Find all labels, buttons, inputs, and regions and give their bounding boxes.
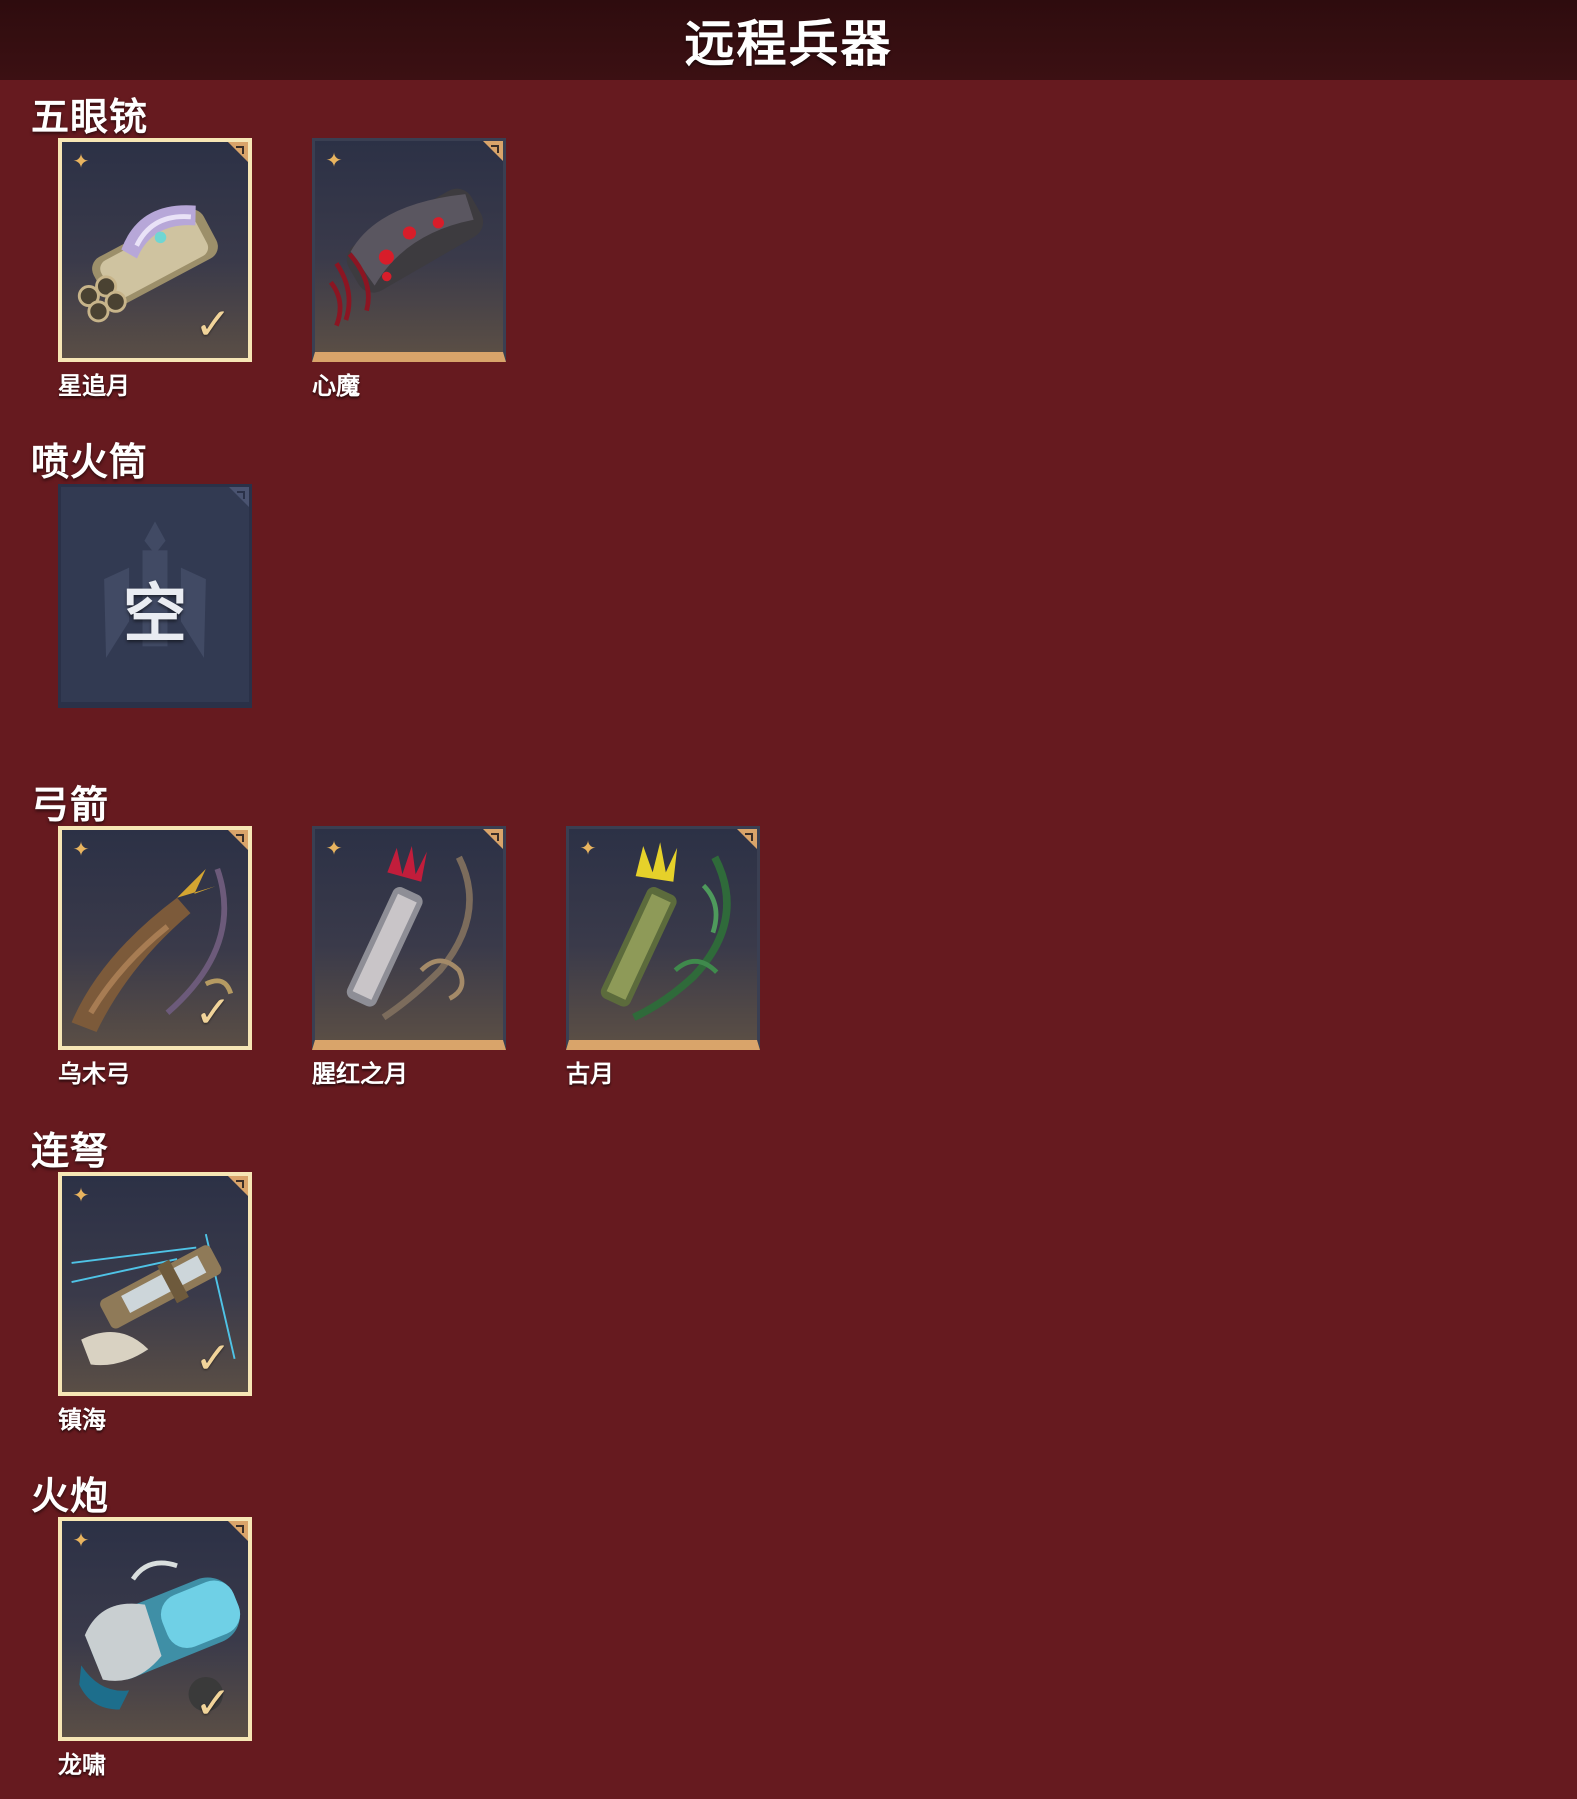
weapon-name: 心魔: [312, 372, 360, 400]
checkmark-icon: ✓: [194, 1333, 232, 1384]
weapon-card-wumugong[interactable]: ✦ ✓ 乌木弓: [58, 826, 252, 1088]
rarity-star-icon: ✦: [325, 148, 343, 172]
card-frame: 空: [58, 484, 252, 708]
section-title-flamethrower: 喷火筒: [31, 440, 149, 484]
corner-tag-icon: [226, 1176, 248, 1198]
checkmark-icon: ✓: [194, 1678, 232, 1729]
card-frame: ✦ ✓: [58, 1172, 252, 1396]
section-title-five-eye-gun: 五眼铳: [31, 95, 149, 139]
rarity-star-icon: ✦: [72, 1528, 90, 1552]
section-title-repeating-crossbow: 连弩: [31, 1129, 110, 1173]
corner-tag-icon: [481, 141, 503, 163]
card-frame: ✦: [312, 826, 506, 1050]
page-header: 远程兵器: [0, 0, 1577, 80]
weapon-art: [600, 842, 731, 1021]
card-frame: ✦ ✓: [58, 138, 252, 362]
weapon-slot-empty[interactable]: 空: [58, 484, 252, 708]
weapon-card-xinmo[interactable]: ✦ 心魔: [312, 138, 506, 400]
corner-tag-icon: [226, 830, 248, 852]
weapon-name: 乌木弓: [58, 1060, 130, 1088]
rarity-star-icon: ✦: [579, 836, 597, 860]
corner-tag-icon: [735, 829, 757, 851]
weapon-name: 龙啸: [58, 1751, 106, 1779]
weapon-name: 古月: [566, 1060, 614, 1088]
page-title: 远程兵器: [684, 15, 893, 73]
card-frame: ✦ ✓: [58, 826, 252, 1050]
checkmark-icon: ✓: [194, 987, 232, 1038]
corner-tag-icon: [226, 142, 248, 164]
weapon-card-guyue[interactable]: ✦ 古月: [566, 826, 760, 1088]
rarity-star-icon: ✦: [72, 837, 90, 861]
empty-slot-text: 空: [123, 578, 187, 652]
weapon-name: 镇海: [58, 1406, 106, 1434]
corner-tag-icon: [481, 829, 503, 851]
corner-tag-icon: [227, 487, 249, 509]
card-frame: ✦ ✓: [58, 1517, 252, 1741]
corner-tag-icon: [226, 1521, 248, 1543]
section-title-bow: 弓箭: [31, 783, 110, 827]
weapon-card-zhenhai[interactable]: ✦ ✓ 镇海: [58, 1172, 252, 1434]
weapon-card-longxiao[interactable]: ✦ ✓ 龙啸: [58, 1517, 252, 1779]
weapon-card-xingzhuiyue[interactable]: ✦ ✓ 星追月: [58, 138, 252, 400]
checkmark-icon: ✓: [194, 299, 232, 350]
rarity-star-icon: ✦: [72, 149, 90, 173]
weapon-name: 星追月: [58, 372, 130, 400]
weapon-art: [328, 188, 484, 327]
rarity-star-icon: ✦: [72, 1183, 90, 1207]
section-title-cannon: 火炮: [31, 1474, 110, 1518]
card-frame: ✦: [566, 826, 760, 1050]
rarity-star-icon: ✦: [325, 836, 343, 860]
weapon-name: 腥红之月: [312, 1060, 408, 1088]
card-frame: ✦: [312, 138, 506, 362]
weapon-card-xinghongzhiyue[interactable]: ✦ 腥红之月: [312, 826, 506, 1088]
weapon-art: [346, 845, 473, 1021]
